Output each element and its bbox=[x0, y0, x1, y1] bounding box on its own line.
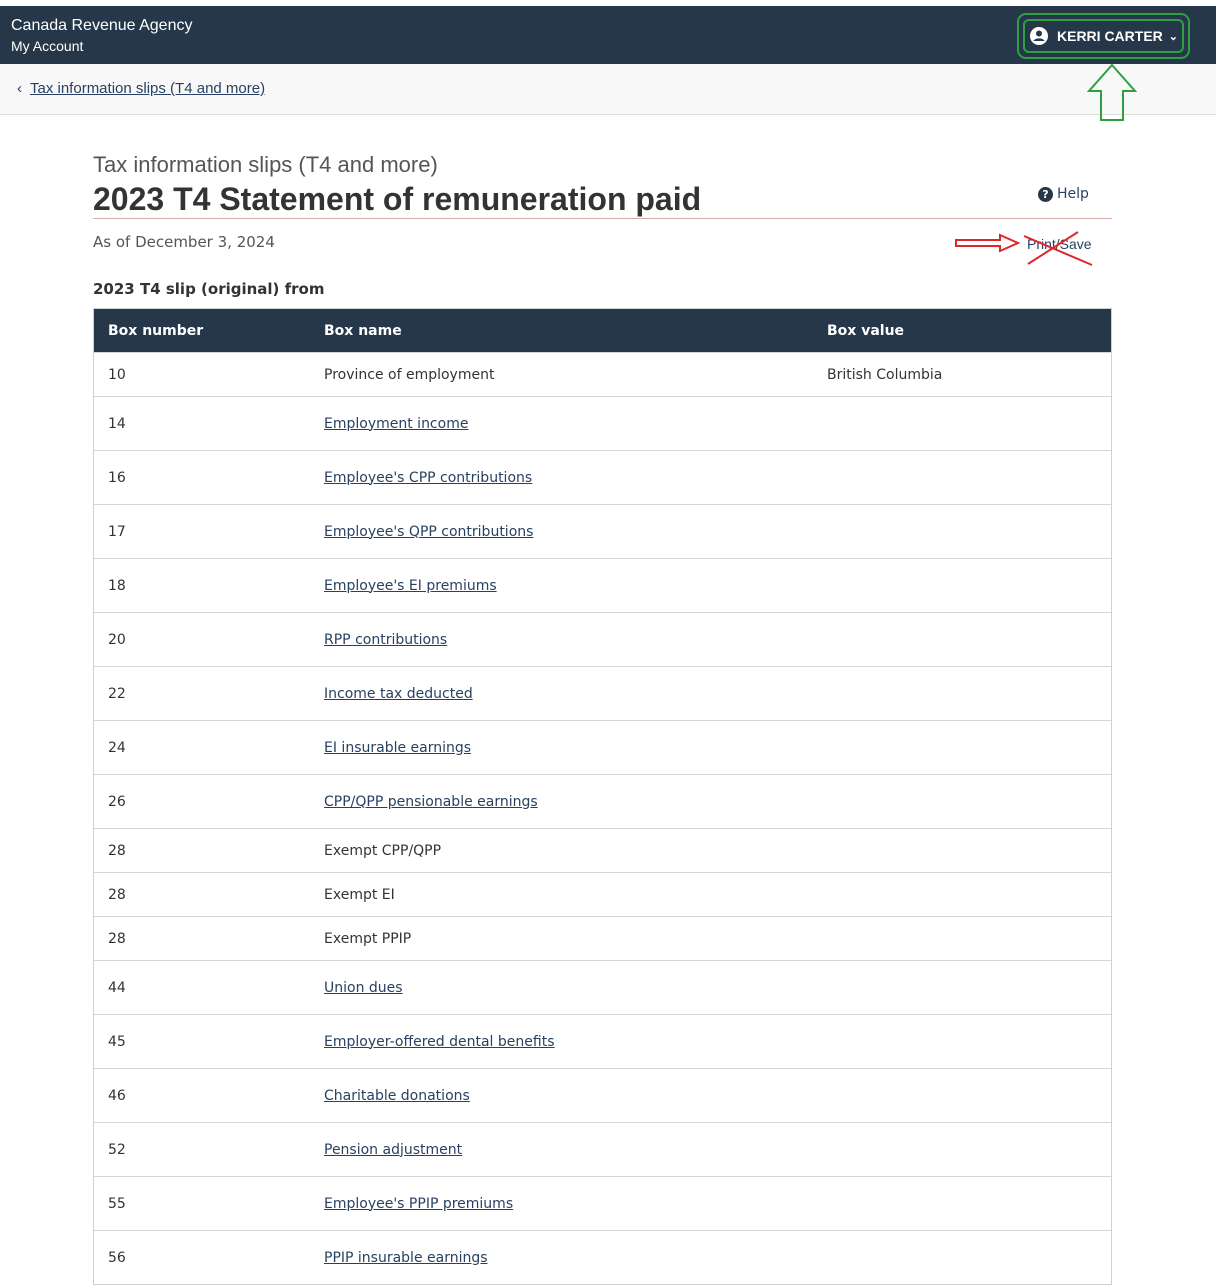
box-number: 17 bbox=[108, 523, 126, 540]
back-link-label: Tax information slips (T4 and more) bbox=[30, 80, 266, 97]
chevron-down-icon: ⌄ bbox=[1168, 30, 1178, 43]
box-number: 20 bbox=[108, 631, 126, 648]
box-name-link[interactable]: RPP contributions bbox=[324, 632, 827, 648]
table-row: 56 PPIP insurable earnings bbox=[94, 1230, 1111, 1284]
table-row: 28 Exempt EI bbox=[94, 872, 1111, 916]
box-name-link[interactable]: Income tax deducted bbox=[324, 686, 827, 702]
box-name-link[interactable]: EI insurable earnings bbox=[324, 740, 827, 756]
box-number: 56 bbox=[108, 1249, 126, 1266]
header-box-number: Box number bbox=[108, 322, 204, 339]
box-name: Exempt EI bbox=[324, 886, 395, 903]
box-number: 44 bbox=[108, 979, 126, 996]
t4-box-table: Box number Box name Box value 10 Provinc… bbox=[93, 308, 1112, 1285]
user-menu-button[interactable]: KERRI CARTER ⌄ bbox=[1023, 19, 1184, 53]
table-row: 55 Employee's PPIP premiums bbox=[94, 1176, 1111, 1230]
question-icon: ? bbox=[1038, 186, 1053, 202]
box-number: 46 bbox=[108, 1087, 126, 1104]
box-number: 52 bbox=[108, 1141, 126, 1158]
agency-name: Canada Revenue Agency bbox=[11, 17, 193, 34]
box-name-link[interactable]: Employee's CPP contributions bbox=[324, 470, 827, 486]
annotation-cross-arrow-icon bbox=[955, 231, 1093, 266]
box-name-link[interactable]: Pension adjustment bbox=[324, 1142, 827, 1158]
table-row: 52 Pension adjustment bbox=[94, 1122, 1111, 1176]
box-name-link[interactable]: PPIP insurable earnings bbox=[324, 1250, 827, 1266]
box-name-link[interactable]: Employee's EI premiums bbox=[324, 578, 827, 594]
box-name: Province of employment bbox=[324, 366, 495, 383]
user-menu-highlight: KERRI CARTER ⌄ bbox=[1017, 13, 1190, 59]
box-number: 55 bbox=[108, 1195, 126, 1212]
box-name-link[interactable]: Union dues bbox=[324, 980, 827, 996]
header-box-name: Box name bbox=[324, 322, 402, 339]
annotation-up-arrow-icon bbox=[1086, 63, 1138, 121]
box-number: 18 bbox=[108, 577, 126, 594]
table-row: 45 Employer-offered dental benefits bbox=[94, 1014, 1111, 1068]
table-row: 28 Exempt CPP/QPP bbox=[94, 828, 1111, 872]
table-row: 16 Employee's CPP contributions bbox=[94, 450, 1111, 504]
box-name-link[interactable]: Employment income bbox=[324, 416, 827, 432]
table-header: Box number Box name Box value bbox=[94, 309, 1111, 352]
box-name-link[interactable]: Employee's PPIP premiums bbox=[324, 1196, 827, 1212]
box-name-link[interactable]: Employer-offered dental benefits bbox=[324, 1034, 827, 1050]
box-number: 16 bbox=[108, 469, 126, 486]
as-of-date: As of December 3, 2024 bbox=[93, 233, 275, 251]
header-box-value: Box value bbox=[827, 322, 905, 339]
table-row: 10 Province of employment British Columb… bbox=[94, 352, 1111, 396]
help-link[interactable]: ? Help bbox=[1038, 186, 1089, 202]
box-name: Exempt PPIP bbox=[324, 930, 412, 947]
account-name: My Account bbox=[11, 38, 84, 54]
brand[interactable]: Canada Revenue Agency My Account bbox=[11, 16, 192, 56]
table-row: 24 EI insurable earnings bbox=[94, 720, 1111, 774]
page-title: 2023 T4 Statement of remuneration paid bbox=[93, 181, 702, 217]
box-number: 45 bbox=[108, 1033, 126, 1050]
title-divider bbox=[93, 218, 1112, 219]
table-row: 14 Employment income bbox=[94, 396, 1111, 450]
back-link[interactable]: ‹ Tax information slips (T4 and more) bbox=[17, 80, 265, 97]
box-number: 10 bbox=[108, 366, 126, 383]
table-row: 44 Union dues bbox=[94, 960, 1111, 1014]
box-number: 26 bbox=[108, 793, 126, 810]
table-row: 46 Charitable donations bbox=[94, 1068, 1111, 1122]
chevron-left-icon: ‹ bbox=[17, 80, 22, 97]
user-name: KERRI CARTER bbox=[1057, 28, 1163, 44]
box-name-link[interactable]: Employee's QPP contributions bbox=[324, 524, 827, 540]
box-name: Exempt CPP/QPP bbox=[324, 842, 442, 859]
box-number: 24 bbox=[108, 739, 126, 756]
help-label: Help bbox=[1057, 186, 1089, 202]
table-row: 20 RPP contributions bbox=[94, 612, 1111, 666]
box-number: 28 bbox=[108, 930, 126, 947]
box-name-link[interactable]: Charitable donations bbox=[324, 1088, 827, 1104]
table-row: 22 Income tax deducted bbox=[94, 666, 1111, 720]
box-number: 28 bbox=[108, 886, 126, 903]
slip-heading: 2023 T4 slip (original) from bbox=[93, 280, 325, 298]
user-icon bbox=[1030, 27, 1048, 45]
table-row: 18 Employee's EI premiums bbox=[94, 558, 1111, 612]
table-row: 26 CPP/QPP pensionable earnings bbox=[94, 774, 1111, 828]
table-row: 28 Exempt PPIP bbox=[94, 916, 1111, 960]
box-number: 22 bbox=[108, 685, 126, 702]
box-number: 14 bbox=[108, 415, 126, 432]
section-title: Tax information slips (T4 and more) bbox=[93, 152, 438, 177]
top-bar: Canada Revenue Agency My Account KERRI C… bbox=[0, 6, 1216, 64]
box-number: 28 bbox=[108, 842, 126, 859]
box-name-link[interactable]: CPP/QPP pensionable earnings bbox=[324, 794, 827, 810]
table-row: 17 Employee's QPP contributions bbox=[94, 504, 1111, 558]
box-value: British Columbia bbox=[827, 366, 943, 383]
